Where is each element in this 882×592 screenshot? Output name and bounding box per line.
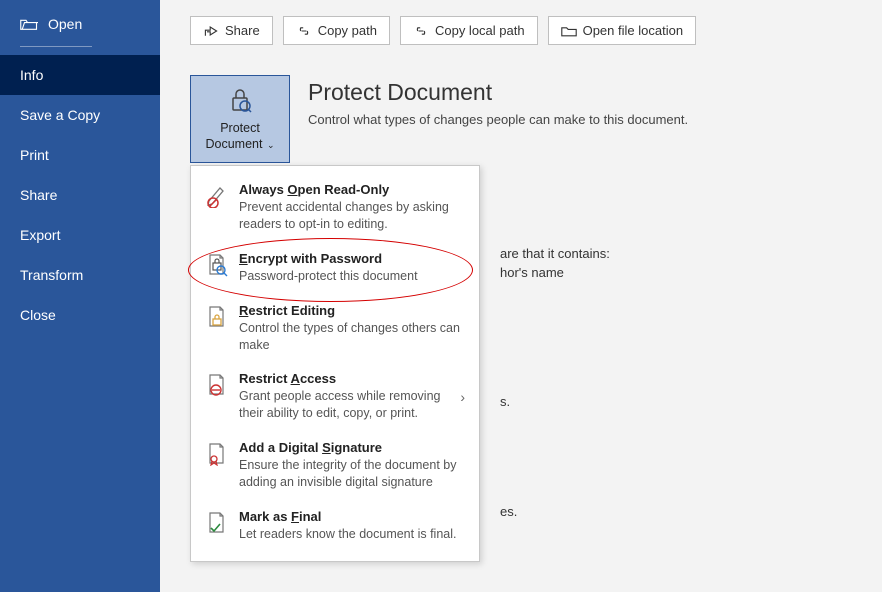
- folder-open-icon: [20, 17, 38, 31]
- sidebar-item-export[interactable]: Export: [0, 215, 160, 255]
- menu-mark-as-final[interactable]: Mark as Final Let readers know the docum…: [191, 501, 479, 553]
- protect-heading-block: Protect Document Control what types of c…: [308, 75, 688, 127]
- open-file-location-label: Open file location: [583, 23, 683, 38]
- menu-label: Mark as Final: [239, 509, 465, 524]
- submenu-arrow-icon: ›: [460, 389, 465, 405]
- menu-sub: Ensure the integrity of the document by …: [239, 457, 465, 491]
- share-label: Share: [225, 23, 260, 38]
- menu-sub: Prevent accidental changes by asking rea…: [239, 199, 465, 233]
- lock-shield-icon: [226, 86, 254, 114]
- menu-restrict-access[interactable]: Restrict Access Grant people access whil…: [191, 363, 479, 432]
- section-subtitle: Control what types of changes people can…: [308, 112, 688, 127]
- chevron-down-icon: ⌄: [264, 140, 274, 150]
- section-title: Protect Document: [308, 79, 688, 106]
- menu-sub: Grant people access while removing their…: [239, 388, 450, 422]
- share-button[interactable]: Share: [190, 16, 273, 45]
- toolbar: Share Copy path Copy local path Open fil…: [160, 0, 882, 57]
- link-icon: [413, 24, 429, 38]
- protect-document-dropdown: Always Open Read-Only Prevent accidental…: [190, 165, 480, 562]
- pencil-prohibit-icon: [205, 182, 229, 233]
- menu-restrict-editing[interactable]: Restrict Editing Control the types of ch…: [191, 295, 479, 364]
- menu-label: Restrict Editing: [239, 303, 465, 318]
- background-text-2: hor's name: [500, 265, 564, 280]
- sidebar-item-info[interactable]: Info: [0, 55, 160, 95]
- file-check-icon: [205, 509, 229, 543]
- file-lock-icon: [205, 303, 229, 354]
- sidebar-item-close[interactable]: Close: [0, 295, 160, 335]
- lock-search-icon: [205, 251, 229, 285]
- file-ribbon-icon: [205, 440, 229, 491]
- copy-path-label: Copy path: [318, 23, 377, 38]
- file-prohibit-icon: [205, 371, 229, 422]
- sidebar-item-print[interactable]: Print: [0, 135, 160, 175]
- protect-document-button[interactable]: Protect Document ⌄: [190, 75, 290, 163]
- sidebar-item-transform[interactable]: Transform: [0, 255, 160, 295]
- menu-always-open-read-only[interactable]: Always Open Read-Only Prevent accidental…: [191, 174, 479, 243]
- info-content: Protect Document ⌄ Protect Document Cont…: [160, 57, 882, 163]
- share-icon: [203, 24, 219, 38]
- menu-sub: Let readers know the document is final.: [239, 526, 465, 543]
- background-text-1: are that it contains:: [500, 246, 610, 261]
- menu-label: Add a Digital Signature: [239, 440, 465, 455]
- menu-label: Restrict Access: [239, 371, 450, 386]
- menu-sub: Password-protect this document: [239, 268, 465, 285]
- link-icon: [296, 24, 312, 38]
- main-area: Share Copy path Copy local path Open fil…: [160, 0, 882, 592]
- background-text-3: s.: [500, 394, 510, 409]
- sidebar-item-share[interactable]: Share: [0, 175, 160, 215]
- sidebar-open-label: Open: [48, 16, 82, 32]
- open-file-location-button[interactable]: Open file location: [548, 16, 696, 45]
- copy-local-path-button[interactable]: Copy local path: [400, 16, 538, 45]
- copy-local-path-label: Copy local path: [435, 23, 525, 38]
- sidebar-open[interactable]: Open: [0, 6, 160, 46]
- menu-sub: Control the types of changes others can …: [239, 320, 465, 354]
- folder-icon: [561, 24, 577, 38]
- menu-label: Always Open Read-Only: [239, 182, 465, 197]
- menu-add-digital-signature[interactable]: Add a Digital Signature Ensure the integ…: [191, 432, 479, 501]
- copy-path-button[interactable]: Copy path: [283, 16, 390, 45]
- sidebar-item-save-a-copy[interactable]: Save a Copy: [0, 95, 160, 135]
- menu-label: Encrypt with Password: [239, 251, 465, 266]
- backstage-sidebar: Open Info Save a Copy Print Share Export…: [0, 0, 160, 592]
- protect-button-label: Protect Document ⌄: [205, 120, 274, 153]
- sidebar-divider: [20, 46, 92, 47]
- menu-encrypt-with-password[interactable]: Encrypt with Password Password-protect t…: [191, 243, 479, 295]
- background-text-4: es.: [500, 504, 517, 519]
